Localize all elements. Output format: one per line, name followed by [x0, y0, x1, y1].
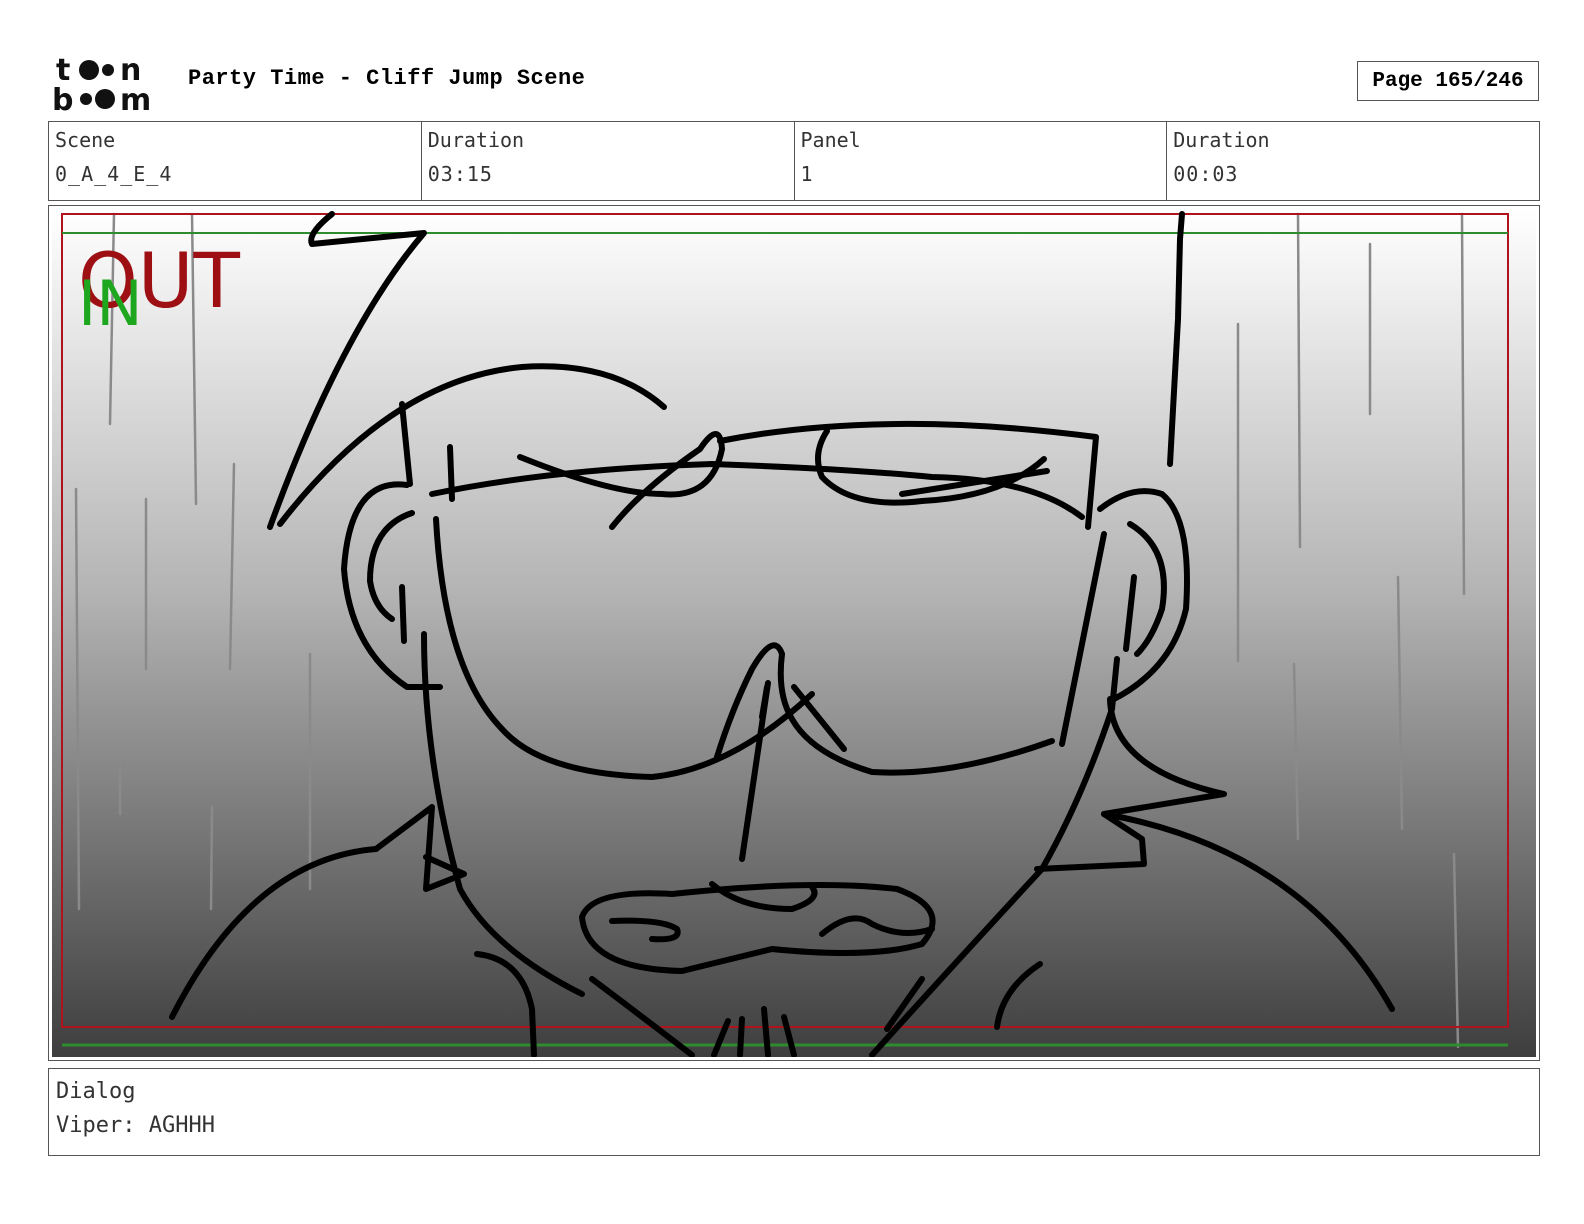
scene-value: 0_A_4_E_4	[55, 162, 173, 186]
svg-text:b: b	[52, 83, 73, 112]
svg-text:m: m	[120, 83, 151, 112]
page-number-box: Page 165/246	[1357, 61, 1539, 101]
scene-duration-label: Duration	[427, 128, 525, 152]
storyboard-drawing: OUT IN	[52, 209, 1536, 1057]
panel-duration-value: 00:03	[1173, 162, 1239, 186]
dialog-box: Dialog Viper: AGHHH	[48, 1068, 1540, 1156]
scene-label: Scene	[55, 128, 116, 152]
scene-duration-value: 03:15	[427, 162, 493, 186]
in-marker: IN	[78, 267, 143, 340]
toon-boom-logo: t n b m	[52, 52, 164, 112]
panel-duration-label: Duration	[1173, 128, 1270, 152]
scene-duration-cell: Duration 03:15	[420, 122, 794, 200]
document-title: Party Time - Cliff Jump Scene	[188, 66, 586, 91]
dialog-label: Dialog	[56, 1079, 136, 1104]
scene-info-table: Scene 0_A_4_E_4 Duration 03:15 Panel 1 D…	[48, 121, 1540, 201]
panel-duration-cell: Duration 00:03	[1166, 122, 1539, 200]
storyboard-panel-frame: OUT IN	[48, 205, 1540, 1061]
panel-cell: Panel 1	[793, 122, 1167, 200]
panel-background	[52, 209, 1536, 1057]
scene-cell: Scene 0_A_4_E_4	[49, 122, 421, 200]
panel-label: Panel	[800, 128, 861, 152]
dialog-text: Viper: AGHHH	[56, 1113, 215, 1138]
panel-value: 1	[800, 162, 814, 186]
